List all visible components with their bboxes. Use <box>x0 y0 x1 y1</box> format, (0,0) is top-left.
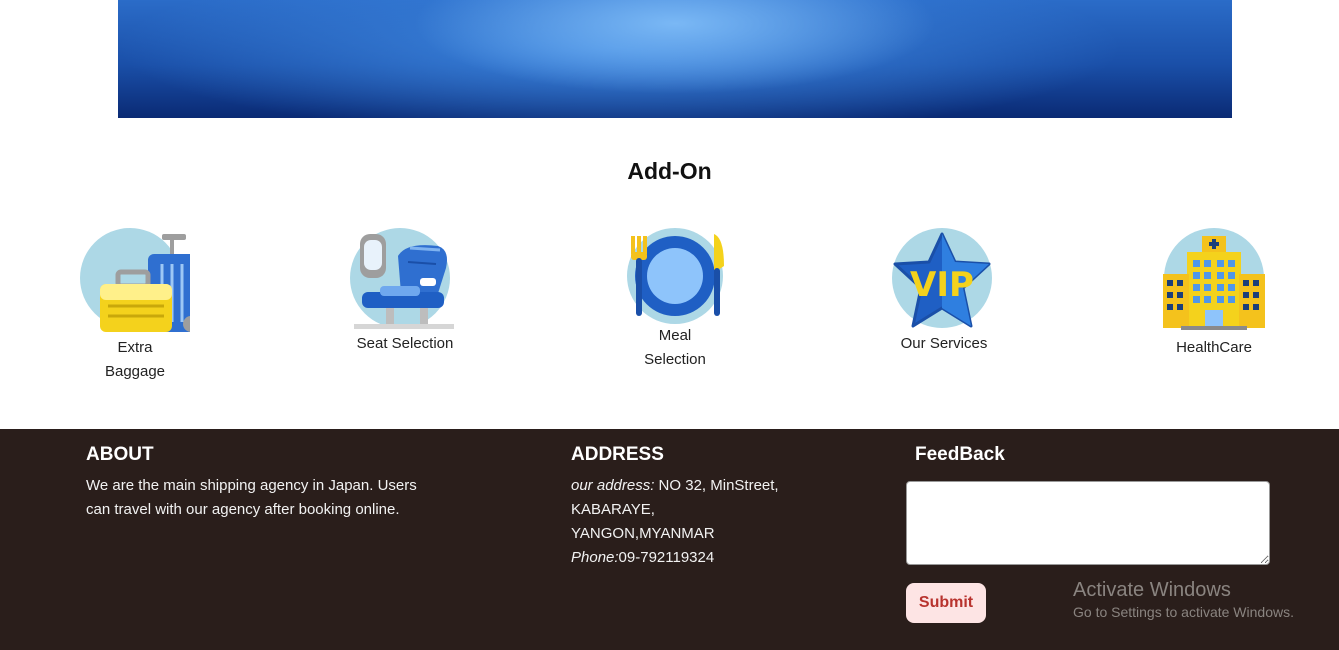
feedback-textarea[interactable] <box>906 481 1270 565</box>
addon-label-line2: Selection <box>644 351 706 368</box>
addon-label-line1: Meal <box>658 327 692 344</box>
address-line2: KABARAYE, <box>571 501 655 518</box>
submit-button[interactable]: Submit <box>906 583 986 623</box>
activate-windows-title: Activate Windows <box>1073 579 1231 601</box>
phone-line: Phone:09-792119324 <box>571 546 779 570</box>
addon-meal-selection[interactable]: Meal Selection <box>610 228 740 372</box>
addon-our-services[interactable]: VIP Our Services <box>879 228 1009 356</box>
airplane-seat-icon <box>350 228 454 329</box>
phone-value: 09-792119324 <box>618 549 715 566</box>
vip-star-icon: VIP <box>892 228 992 328</box>
addon-extra-baggage[interactable]: Extra Baggage <box>70 228 200 384</box>
addon-label-line2: Baggage <box>104 363 166 380</box>
phone-label: Phone: <box>571 549 619 566</box>
address-line1: our address: NO 32, MinStreet, <box>571 474 779 498</box>
footer: ABOUT We are the main shipping agency in… <box>0 429 1339 650</box>
addon-label-line1: HealthCare <box>1176 339 1252 356</box>
about-line1: We are the main shipping agency in Japan… <box>86 477 417 494</box>
address-line3: YANGON,MYANMAR <box>571 525 715 542</box>
address-text: our address: NO 32, MinStreet, KABARAYE,… <box>571 474 779 570</box>
hero-banner-image <box>118 0 1232 118</box>
addon-label-line1: Our Services <box>900 335 988 352</box>
svg-text:VIP: VIP <box>910 265 974 305</box>
address-heading: ADDRESS <box>571 444 664 465</box>
hospital-building-icon <box>1163 228 1265 330</box>
activate-windows-subtitle: Go to Settings to activate Windows. <box>1073 604 1294 620</box>
feedback-heading: FeedBack <box>915 444 1005 465</box>
addon-label-line1: Extra <box>117 339 153 356</box>
addon-healthcare[interactable]: HealthCare <box>1149 228 1279 360</box>
about-text: We are the main shipping agency in Japan… <box>86 474 417 522</box>
address-label: our address: <box>571 477 655 494</box>
addon-seat-selection[interactable]: Seat Selection <box>340 228 470 356</box>
about-heading: ABOUT <box>86 444 154 465</box>
about-line2: can travel with our agency after booking… <box>86 501 400 518</box>
addon-heading: Add-On <box>627 158 712 184</box>
meal-plate-icon <box>627 228 724 324</box>
addon-label-line1: Seat Selection <box>356 335 454 352</box>
address-value: NO 32, MinStreet, <box>654 477 779 494</box>
luggage-icon <box>80 228 190 332</box>
